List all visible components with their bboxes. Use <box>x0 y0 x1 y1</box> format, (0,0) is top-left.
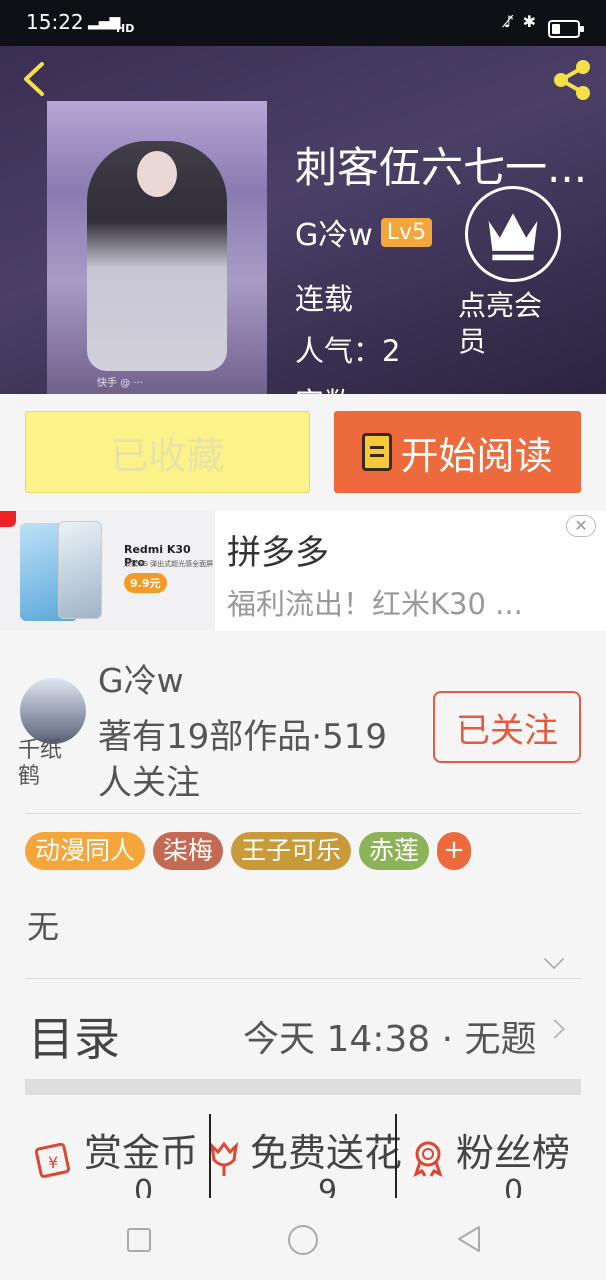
vip-button[interactable]: 点亮会员 <box>458 186 568 360</box>
book-status: 连载 <box>295 282 354 316</box>
network-hd-label: HD <box>116 22 135 35</box>
book-word-count: 字数： <box>295 380 382 394</box>
book-icon <box>362 433 393 471</box>
ad-badge-icon <box>0 511 16 527</box>
back-triangle-icon[interactable] <box>455 1224 483 1254</box>
divider <box>25 978 581 979</box>
favorited-button[interactable]: 已收藏 <box>25 411 310 493</box>
section-separator <box>25 1079 581 1095</box>
follow-button[interactable]: 已关注 <box>433 691 581 763</box>
stat-label: 粉丝榜 <box>456 1131 571 1175</box>
avatar-tag: 千纸鹤 <box>18 738 63 789</box>
add-tag-button[interactable]: + <box>437 832 472 870</box>
medal-icon <box>413 1141 443 1177</box>
author-works: 著有19部作品·519人关注 <box>98 717 387 803</box>
start-reading-button[interactable]: 开始阅读 <box>334 411 581 493</box>
home-icon[interactable] <box>288 1225 318 1255</box>
system-nav-bar <box>0 1198 606 1280</box>
favorited-label: 已收藏 <box>110 433 225 478</box>
stat-value: 0 <box>504 1174 524 1198</box>
book-header: 快手 @ ··· 刺客伍六七一... G冷w Lv5 连载 人气：2 字数： 点… <box>0 46 606 394</box>
follow-label: 已关注 <box>456 710 558 751</box>
tag[interactable]: 王子可乐 <box>231 832 352 870</box>
share-icon[interactable] <box>550 58 594 102</box>
battery-icon <box>548 20 584 38</box>
tag[interactable]: 赤莲 <box>359 832 430 870</box>
ad-banner[interactable]: Redmi K30 Pro 双模5G 弹出式超光感全面屏 9.9元 拼多多 福利… <box>0 511 606 631</box>
stat-value: 9 <box>318 1174 338 1198</box>
start-reading-label: 开始阅读 <box>400 433 553 478</box>
tag[interactable]: 柒梅 <box>153 832 224 870</box>
stat-reward[interactable]: ¥ 赏金币 0 <box>0 1112 210 1198</box>
chevron-right-icon[interactable] <box>545 1019 565 1039</box>
ad-close-button[interactable]: ✕ <box>566 515 596 537</box>
avatar[interactable] <box>20 678 86 744</box>
stat-fans[interactable]: 粉丝榜 0 <box>396 1112 606 1198</box>
ad-image-price: 9.9元 <box>124 573 167 593</box>
stat-divider <box>395 1114 397 1198</box>
book-description: 无 <box>27 908 60 946</box>
crown-icon <box>465 186 561 282</box>
ad-image-subtitle: 双模5G 弹出式超光感全面屏 <box>124 560 214 568</box>
stat-divider <box>209 1114 211 1198</box>
book-author-row: G冷w Lv5 <box>295 210 433 254</box>
book-cover-image[interactable]: 快手 @ ··· <box>47 101 267 394</box>
svg-text:¥: ¥ <box>48 1153 58 1172</box>
author-name[interactable]: G冷w <box>98 654 184 702</box>
bluetooth-icon: ✱ <box>522 12 536 31</box>
stat-label: 免费送花 <box>250 1131 403 1175</box>
book-popularity: 人气：2 <box>295 334 401 368</box>
status-time: 15:22 <box>26 10 84 34</box>
toc-latest-chapter[interactable]: 今天 14:38 · 无题 <box>243 1010 537 1062</box>
chevron-down-icon[interactable] <box>543 948 565 970</box>
stat-label: 赏金币 <box>84 1131 199 1175</box>
tag-list: 动漫同人 柒梅 王子可乐 赤莲 + <box>25 832 472 870</box>
status-bar: 15:22 ▂▄▆ HD ✱ ♪̸ <box>0 0 606 46</box>
mute-icon: ♪̸ <box>503 12 514 31</box>
tag[interactable]: 动漫同人 <box>25 832 146 870</box>
divider <box>25 813 581 814</box>
back-arrow-icon[interactable] <box>18 60 48 98</box>
red-envelope-icon: ¥ <box>34 1142 71 1178</box>
ad-description: 福利流出！红米K30 ... <box>227 587 523 621</box>
stat-value: 0 <box>134 1174 154 1198</box>
recent-apps-icon[interactable] <box>127 1228 151 1252</box>
vip-label: 点亮会员 <box>458 289 543 358</box>
ad-title: 拼多多 <box>227 533 329 573</box>
level-badge: Lv5 <box>380 217 433 247</box>
stat-flower[interactable]: 免费送花 9 <box>209 1112 402 1198</box>
book-author[interactable]: G冷w <box>295 210 373 254</box>
toc-label[interactable]: 目录 <box>28 1003 120 1069</box>
stats-bar: ¥ 赏金币 0 免费送花 9 粉丝榜 0 <box>0 1112 606 1198</box>
ad-image[interactable]: Redmi K30 Pro 双模5G 弹出式超光感全面屏 9.9元 <box>0 511 215 631</box>
